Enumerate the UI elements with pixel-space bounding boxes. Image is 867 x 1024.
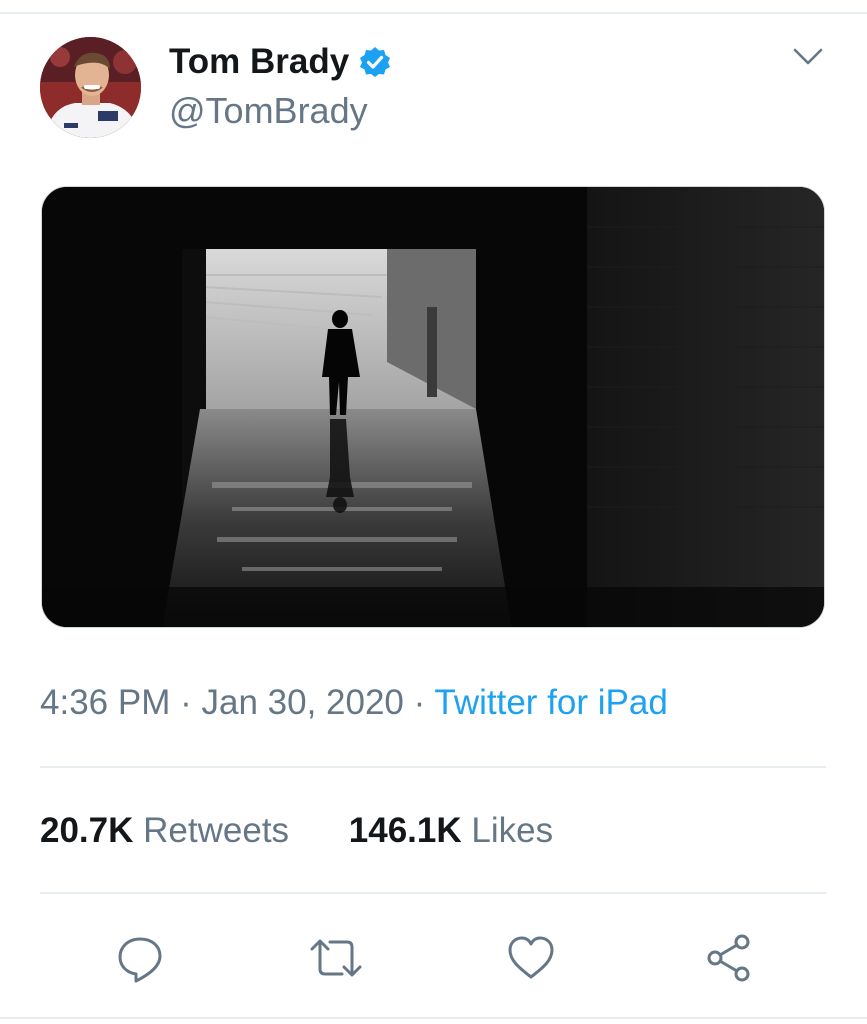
like-button[interactable] — [506, 933, 556, 983]
divider — [40, 892, 826, 894]
tunnel-photo — [42, 187, 824, 627]
share-button[interactable] — [704, 933, 754, 983]
like-icon — [508, 936, 554, 979]
chevron-down-icon — [793, 48, 823, 65]
retweet-button[interactable] — [306, 933, 362, 983]
retweet-icon — [310, 939, 362, 977]
meta-separator: · — [413, 683, 426, 722]
retweets-label: Retweets — [143, 811, 290, 850]
share-icon — [707, 934, 750, 982]
verified-badge-icon — [360, 47, 391, 77]
handle[interactable]: @TomBrady — [169, 88, 368, 134]
retweets-count: 20.7K — [40, 811, 134, 850]
retweets-stat[interactable]: 20.7K Retweets — [40, 808, 289, 854]
display-name-text: Tom Brady — [169, 42, 350, 81]
tweet-stats: 20.7K Retweets 146.1K Likes — [40, 808, 553, 854]
tweet-date[interactable]: Jan 30, 2020 — [201, 683, 403, 722]
tweet-source-link[interactable]: Twitter for iPad — [434, 683, 667, 722]
divider — [40, 766, 826, 768]
tweet-photo[interactable] — [41, 186, 825, 628]
tweet-meta: 4:36 PM · Jan 30, 2020 · Twitter for iPa… — [40, 680, 668, 726]
tweet-time[interactable]: 4:36 PM — [40, 683, 170, 722]
avatar[interactable] — [40, 37, 141, 138]
reply-button[interactable] — [115, 933, 165, 983]
likes-stat[interactable]: 146.1K Likes — [349, 808, 553, 854]
profile-photo — [40, 37, 141, 138]
bottom-divider — [0, 1017, 867, 1019]
likes-label: Likes — [471, 811, 554, 850]
top-divider — [0, 12, 867, 14]
meta-separator: · — [180, 683, 192, 722]
more-options-button[interactable] — [790, 42, 826, 72]
reply-icon — [118, 937, 162, 983]
likes-count: 146.1K — [348, 811, 462, 850]
display-name[interactable]: Tom Brady — [169, 40, 391, 84]
